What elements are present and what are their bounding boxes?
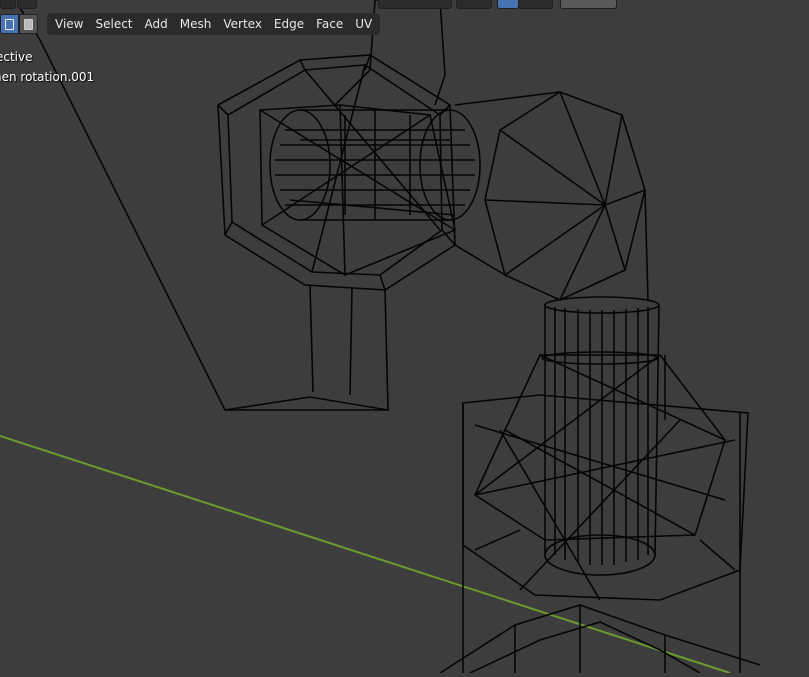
- view-mode-label: ective: [0, 50, 33, 64]
- 3d-viewport[interactable]: View Select Add Mesh Vertex Edge Face UV…: [0, 0, 809, 674]
- menu-mesh[interactable]: Mesh: [174, 13, 218, 35]
- xray-alt-icon: [24, 18, 33, 30]
- gizmo-toggle[interactable]: [560, 0, 617, 9]
- object-name-label: hen rotation.001: [0, 70, 95, 84]
- menu-select[interactable]: Select: [89, 13, 138, 35]
- shading-dropdown[interactable]: [378, 0, 452, 9]
- menu-vertex[interactable]: Vertex: [217, 13, 268, 35]
- top-toggle-left[interactable]: [0, 0, 16, 9]
- menu-face[interactable]: Face: [310, 13, 349, 35]
- menu-uv[interactable]: UV: [349, 13, 378, 35]
- xray-button[interactable]: [497, 0, 519, 9]
- menu-add[interactable]: Add: [139, 13, 174, 35]
- xray-toggle-icon: [5, 18, 14, 30]
- select-mode-toggle: [0, 14, 38, 34]
- viewport-header: View Select Add Mesh Vertex Edge Face UV: [0, 12, 381, 36]
- top-more-button[interactable]: [17, 0, 37, 9]
- shading-options[interactable]: [518, 0, 553, 9]
- wireframe-mesh: [19, 0, 761, 674]
- menu-view[interactable]: View: [49, 13, 89, 35]
- header-menu: View Select Add Mesh Vertex Edge Face UV: [47, 13, 381, 35]
- wireframe-scene: [0, 0, 761, 674]
- xray-toggle-button[interactable]: [0, 14, 19, 34]
- top-toolbar-remnant: [0, 0, 809, 9]
- overlay-toggle[interactable]: [456, 0, 492, 9]
- menu-edge[interactable]: Edge: [268, 13, 310, 35]
- x-axis-line: [0, 435, 731, 674]
- xray-alt-button[interactable]: [19, 14, 38, 34]
